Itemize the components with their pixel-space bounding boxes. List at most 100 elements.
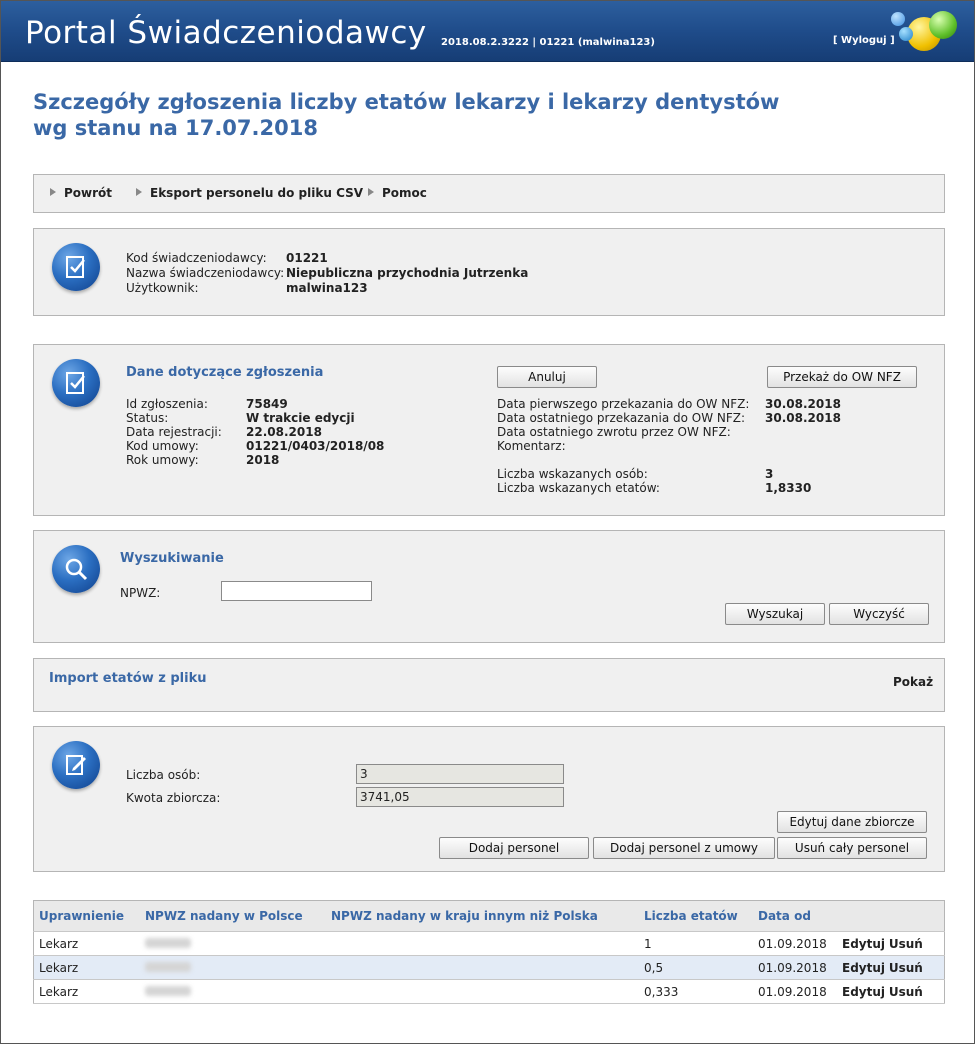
col-npwz-foreign[interactable]: NPWZ nadany w kraju innym niż Polska: [326, 900, 639, 932]
help-link[interactable]: Pomoc: [368, 186, 427, 200]
back-link[interactable]: Powrót: [50, 186, 112, 200]
send-to-nfz-button[interactable]: Przekaż do OW NFZ: [767, 366, 917, 388]
report-id-value: 75849: [246, 397, 288, 411]
summary-amount-field: 3741,05: [356, 787, 564, 807]
search-panel: Wyszukiwanie NPWZ: Wyszukaj Wyczyść: [33, 530, 945, 643]
export-csv-label: Eksport personelu do pliku CSV: [150, 186, 364, 200]
document-check-icon: [52, 243, 100, 291]
last-sent-label: Data ostatniego przekazania do OW NFZ:: [497, 411, 746, 425]
cell-role: Lekarz: [33, 931, 140, 956]
provider-panel: Kod świadczeniodawcy: 01221 Nazwa świadc…: [33, 228, 945, 316]
import-panel: Import etatów z pliku Pokaż: [33, 658, 945, 712]
redacted-value: [145, 961, 191, 972]
clear-button[interactable]: Wyczyść: [829, 603, 929, 625]
col-npwz-pl[interactable]: NPWZ nadany w Polsce: [140, 900, 326, 932]
persons-count-label: Liczba wskazanych osób:: [497, 467, 648, 481]
delete-link[interactable]: Usuń: [889, 985, 923, 999]
import-show-link[interactable]: Pokaż: [893, 675, 933, 689]
cell-date: 01.09.2018: [753, 955, 837, 980]
edit-document-icon: [52, 741, 100, 789]
triangle-right-icon: [50, 188, 56, 196]
remove-all-staff-button[interactable]: Usuń cały personel: [777, 837, 927, 859]
cell-npwz-pl: [140, 931, 326, 956]
table-row: Lekarz 0,5 01.09.2018 Edytuj Usuń: [33, 955, 945, 980]
contract-code-label: Kod umowy:: [126, 439, 199, 453]
report-id-label: Id zgłoszenia:: [126, 397, 208, 411]
fte-count-value: 1,8330: [765, 481, 812, 495]
report-section-title: Dane dotyczące zgłoszenia: [126, 365, 324, 380]
app-title: Portal Świadczeniodawcy: [25, 15, 427, 51]
first-sent-value: 30.08.2018: [765, 397, 841, 411]
cell-npwz-foreign: [326, 955, 639, 980]
report-details-panel: Dane dotyczące zgłoszenia Anuluj Przekaż…: [33, 344, 945, 516]
app-window: Portal Świadczeniodawcy 2018.08.2.3222 |…: [0, 0, 975, 1044]
cell-date: 01.09.2018: [753, 979, 837, 1004]
version-info: 2018.08.2.3222 | 01221 (malwina123): [441, 37, 655, 48]
first-sent-label: Data pierwszego przekazania do OW NFZ:: [497, 397, 750, 411]
cell-npwz-foreign: [326, 979, 639, 1004]
col-role[interactable]: Uprawnienie: [33, 900, 140, 932]
persons-count-value: 3: [765, 467, 774, 481]
add-staff-from-contract-button[interactable]: Dodaj personel z umowy: [593, 837, 775, 859]
last-sent-value: 30.08.2018: [765, 411, 841, 425]
edit-link[interactable]: Edytuj: [842, 985, 885, 999]
contract-year-label: Rok umowy:: [126, 453, 199, 467]
provider-name-label: Nazwa świadczeniodawcy:: [126, 266, 285, 280]
last-return-label: Data ostatniego zwrotu przez OW NFZ:: [497, 425, 731, 439]
cell-date: 01.09.2018: [753, 931, 837, 956]
staff-table: Uprawnienie NPWZ nadany w Polsce NPWZ na…: [33, 900, 945, 1004]
cell-actions: Edytuj Usuń: [837, 979, 945, 1004]
cell-fte: 0,333: [639, 979, 753, 1004]
user-value: malwina123: [286, 281, 368, 295]
summary-persons-field: 3: [356, 764, 564, 784]
reg-date-value: 22.08.2018: [246, 425, 322, 439]
contract-code-value: 01221/0403/2018/08: [246, 439, 385, 453]
cell-npwz-foreign: [326, 931, 639, 956]
provider-code-label: Kod świadczeniodawcy:: [126, 251, 267, 265]
cell-fte: 1: [639, 931, 753, 956]
add-staff-button[interactable]: Dodaj personel: [439, 837, 589, 859]
delete-link[interactable]: Usuń: [889, 961, 923, 975]
contract-year-value: 2018: [246, 453, 280, 467]
provider-code-value: 01221: [286, 251, 328, 265]
reg-date-label: Data rejestracji:: [126, 425, 222, 439]
cell-npwz-pl: [140, 979, 326, 1004]
fte-count-label: Liczba wskazanych etatów:: [497, 481, 660, 495]
back-link-label: Powrót: [64, 186, 113, 200]
npwz-label: NPWZ:: [120, 586, 161, 600]
export-csv-link[interactable]: Eksport personelu do pliku CSV: [136, 186, 363, 200]
edit-summary-button[interactable]: Edytuj dane zbiorcze: [777, 811, 927, 833]
edit-link[interactable]: Edytuj: [842, 937, 885, 951]
help-label: Pomoc: [382, 186, 427, 200]
col-fte[interactable]: Liczba etatów: [639, 900, 753, 932]
document-check-icon: [52, 359, 100, 407]
cancel-button[interactable]: Anuluj: [497, 366, 597, 388]
col-date-from[interactable]: Data od: [753, 900, 837, 932]
magnifier-icon: [52, 545, 100, 593]
cell-fte: 0,5: [639, 955, 753, 980]
cell-actions: Edytuj Usuń: [837, 955, 945, 980]
page-title-line-1: Szczegóły zgłoszenia liczby etatów lekar…: [33, 90, 780, 114]
npwz-input[interactable]: [221, 581, 372, 601]
cell-role: Lekarz: [33, 979, 140, 1004]
triangle-right-icon: [136, 188, 142, 196]
provider-name-value: Niepubliczna przychodnia Jutrzenka: [286, 266, 529, 280]
page-title-line-2: wg stanu na 17.07.2018: [33, 116, 318, 140]
delete-link[interactable]: Usuń: [889, 937, 923, 951]
top-header: Portal Świadczeniodawcy 2018.08.2.3222 |…: [1, 1, 974, 62]
user-label: Użytkownik:: [126, 281, 199, 295]
summary-panel: Liczba osób: 3 Kwota zbiorcza: 3741,05 E…: [33, 726, 945, 872]
summary-persons-label: Liczba osób:: [126, 768, 201, 782]
cell-actions: Edytuj Usuń: [837, 931, 945, 956]
table-row: Lekarz 1 01.09.2018 Edytuj Usuń: [33, 931, 945, 956]
cell-npwz-pl: [140, 955, 326, 980]
status-label: Status:: [126, 411, 169, 425]
redacted-value: [145, 985, 191, 996]
cell-role: Lekarz: [33, 955, 140, 980]
edit-link[interactable]: Edytuj: [842, 961, 885, 975]
triangle-right-icon: [368, 188, 374, 196]
table-row: Lekarz 0,333 01.09.2018 Edytuj Usuń: [33, 979, 945, 1004]
col-actions: [837, 900, 945, 932]
status-value: W trakcie edycji: [246, 411, 355, 425]
search-button[interactable]: Wyszukaj: [725, 603, 825, 625]
